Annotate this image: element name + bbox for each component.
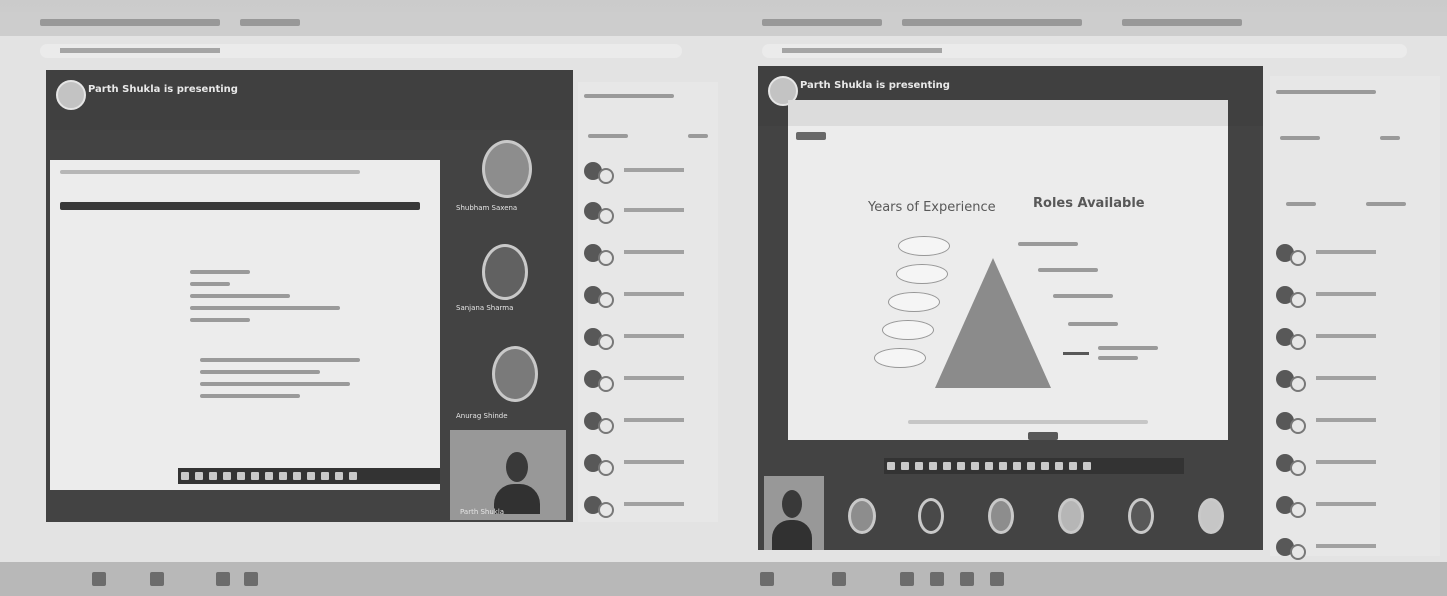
right-people-panel — [1270, 76, 1440, 560]
right-tile-2 — [918, 498, 944, 534]
right-address-bar[interactable] — [762, 44, 1407, 58]
cloud-5 — [874, 348, 926, 368]
right-tile-5 — [1128, 498, 1154, 534]
left-shared-screen — [50, 160, 440, 490]
slide-heading-experience: Years of Experience — [868, 200, 996, 215]
right-shared-slide: Years of Experience Roles Available — [788, 100, 1228, 440]
webcam-tile-left — [450, 430, 566, 520]
participant-name-4: Parth Shukla — [460, 508, 505, 516]
right-tile-6 — [1198, 498, 1224, 534]
cloud-2 — [896, 264, 948, 284]
right-monitor: Parth Shukla is presenting Years of Expe… — [722, 12, 1447, 564]
right-tile-4 — [1058, 498, 1084, 534]
right-shared-toolbar — [884, 458, 1184, 474]
cloud-1 — [898, 236, 950, 256]
left-meeting-stage: Parth Shukla is presenting Shubham Saxen… — [46, 70, 573, 522]
monitor-taskbar — [0, 562, 1447, 596]
cloud-3 — [888, 292, 940, 312]
right-tile-1 — [848, 498, 876, 534]
cloud-4 — [882, 320, 934, 340]
right-tab-bar — [722, 12, 1447, 36]
participant-name-1: Shubham Saxena — [456, 204, 518, 212]
left-monitor: Parth Shukla is presenting Shubham Saxen… — [0, 12, 722, 564]
left-shared-toolbar — [178, 468, 440, 484]
experience-pyramid — [935, 258, 1051, 388]
participant-name-2: Sanjana Sharma — [456, 304, 514, 312]
left-presenting-bar: Parth Shukla is presenting — [46, 70, 573, 130]
slide-heading-roles: Roles Available — [1033, 196, 1145, 211]
right-meeting-stage: Parth Shukla is presenting Years of Expe… — [758, 66, 1263, 550]
left-presenter-avatar — [56, 80, 86, 110]
webcam-tile-right — [764, 476, 824, 550]
participant-tile-3 — [492, 346, 538, 402]
right-presenter-banner: Parth Shukla is presenting — [800, 80, 950, 91]
participant-tile-1 — [482, 140, 532, 198]
participant-tile-2 — [482, 244, 528, 300]
participant-name-3: Anurag Shinde — [456, 412, 508, 420]
left-tab-bar — [0, 12, 722, 36]
left-address-bar[interactable] — [40, 44, 682, 58]
left-presenter-banner: Parth Shukla is presenting — [88, 84, 238, 95]
left-people-panel — [578, 82, 718, 522]
right-tile-3 — [988, 498, 1014, 534]
